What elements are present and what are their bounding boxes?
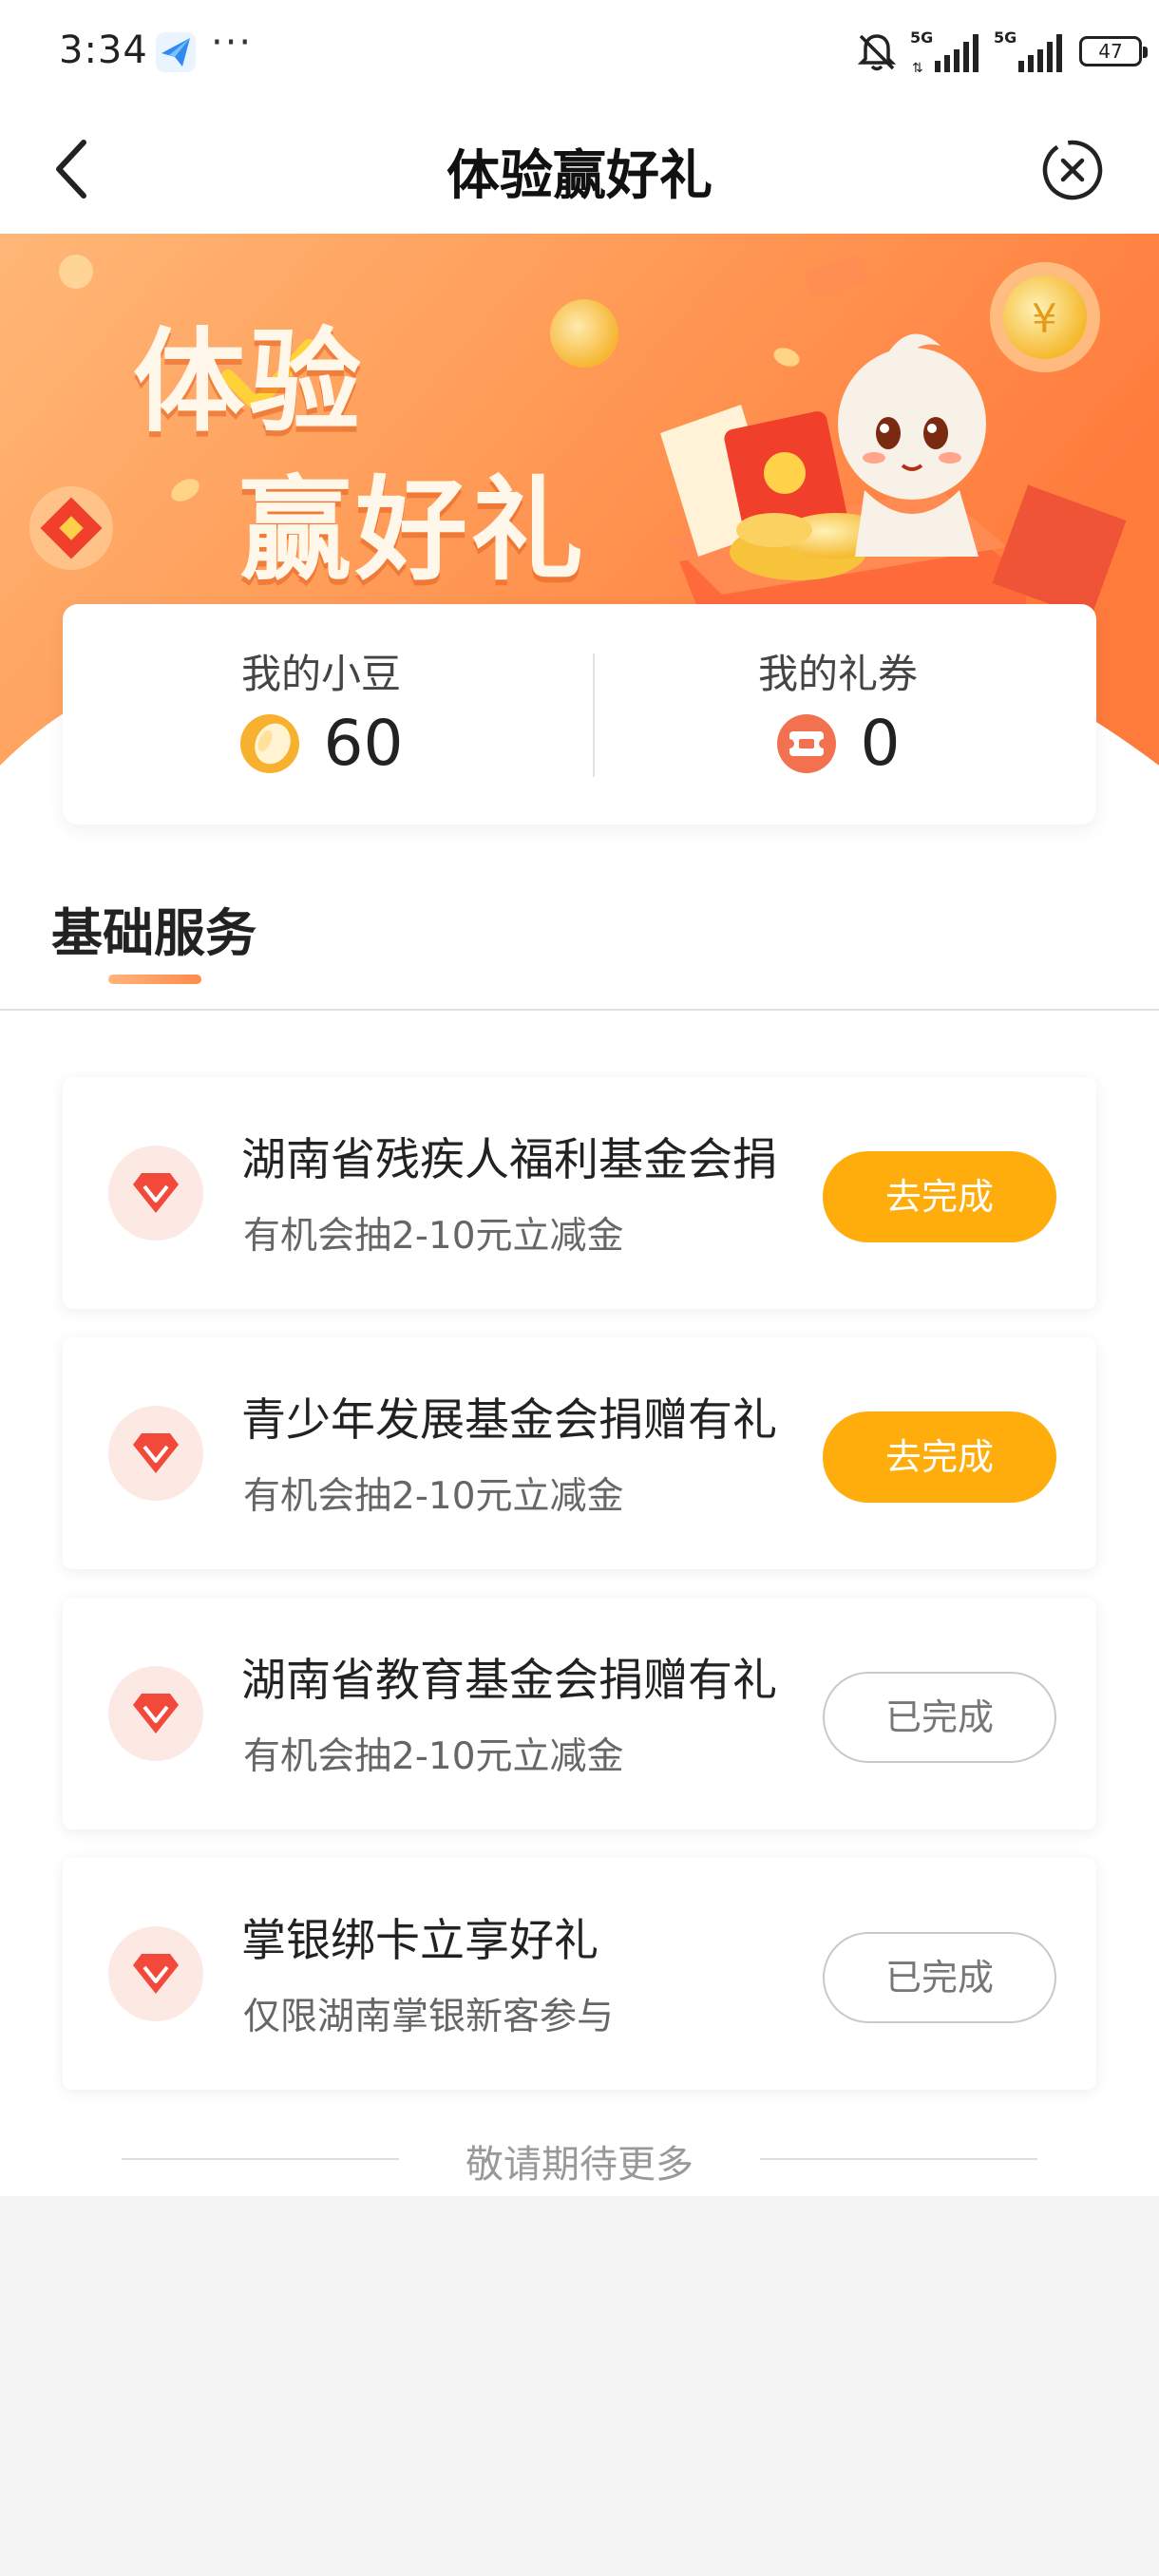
beans-label: 我的小豆: [240, 651, 401, 697]
tab-active-indicator: [108, 975, 201, 984]
bean-coin-icon: [240, 713, 300, 773]
task-card: 湖南省残疾人福利基金会捐 有机会抽2-10元立减金 去完成: [63, 1077, 1096, 1309]
svg-text:¥: ¥: [1032, 295, 1057, 342]
coupon-icon: [777, 713, 837, 773]
stats-card: 我的小豆 60 我的礼券 0: [63, 604, 1096, 824]
status-more-indicator: ···: [211, 21, 254, 65]
coupons-label: 我的礼券: [757, 651, 918, 697]
completed-button[interactable]: 已完成: [823, 1932, 1056, 2023]
diamond-icon: [108, 1666, 203, 1761]
task-list: 湖南省残疾人福利基金会捐 有机会抽2-10元立减金 去完成 青少年发展基金会捐赠…: [63, 1077, 1096, 2118]
status-bar: 3:34 ··· 5G ⇅ 5G 47: [0, 0, 1159, 104]
coupons-stat[interactable]: 我的礼券 0: [580, 604, 1096, 824]
footer-note: 敬请期待更多: [0, 2128, 1159, 2187]
coupons-value: 0: [860, 707, 901, 780]
battery-icon: 47: [1079, 36, 1148, 66]
footer-divider-right: [760, 2158, 1037, 2160]
section-header: 基础服务: [0, 855, 1159, 1011]
svg-text:⇅: ⇅: [912, 61, 923, 76]
task-card: 湖南省教育基金会捐赠有礼 有机会抽2-10元立减金 已完成: [63, 1598, 1096, 1829]
task-title: 湖南省残疾人福利基金会捐: [241, 1134, 777, 1186]
close-button[interactable]: [1041, 139, 1104, 201]
nav-bar: 体验赢好礼: [0, 104, 1159, 234]
task-title: 掌银绑卡立享好礼: [241, 1915, 598, 1967]
beans-value: 60: [323, 707, 404, 780]
banner-title-line2: 赢好礼: [239, 464, 588, 596]
task-card: 青少年发展基金会捐赠有礼 有机会抽2-10元立减金 去完成: [63, 1337, 1096, 1569]
diamond-icon: [108, 1926, 203, 2021]
task-title: 青少年发展基金会捐赠有礼: [241, 1394, 777, 1447]
paper-plane-icon: [156, 32, 196, 72]
task-subtitle: 有机会抽2-10元立减金: [243, 1735, 624, 1778]
task-subtitle: 有机会抽2-10元立减金: [243, 1475, 624, 1518]
tab-basic-services[interactable]: 基础服务: [51, 891, 256, 966]
task-card: 掌银绑卡立享好礼 仅限湖南掌银新客参与 已完成: [63, 1858, 1096, 2090]
footer-text: 敬请期待更多: [466, 2143, 694, 2187]
status-indicators: 5G ⇅ 5G 47: [855, 27, 1159, 80]
task-subtitle: 有机会抽2-10元立减金: [243, 1215, 624, 1258]
bell-off-icon: [857, 34, 897, 71]
diamond-icon: [108, 1146, 203, 1241]
task-title: 湖南省教育基金会捐赠有礼: [241, 1655, 777, 1707]
page: 3:34 ··· 5G ⇅ 5G 47 体验赢好礼 ¥ 体验 赢好礼 我的小豆 …: [0, 0, 1159, 2576]
task-subtitle: 仅限湖南掌银新客参与: [243, 1996, 615, 2038]
go-complete-button[interactable]: 去完成: [823, 1151, 1056, 1242]
page-title: 体验赢好礼: [446, 145, 712, 207]
go-complete-button[interactable]: 去完成: [823, 1411, 1056, 1503]
completed-button[interactable]: 已完成: [823, 1672, 1056, 1763]
status-time: 3:34: [59, 28, 148, 72]
diamond-icon: [108, 1406, 203, 1501]
beans-stat[interactable]: 我的小豆 60: [63, 604, 580, 824]
banner-title-line1: 体验: [133, 316, 366, 447]
